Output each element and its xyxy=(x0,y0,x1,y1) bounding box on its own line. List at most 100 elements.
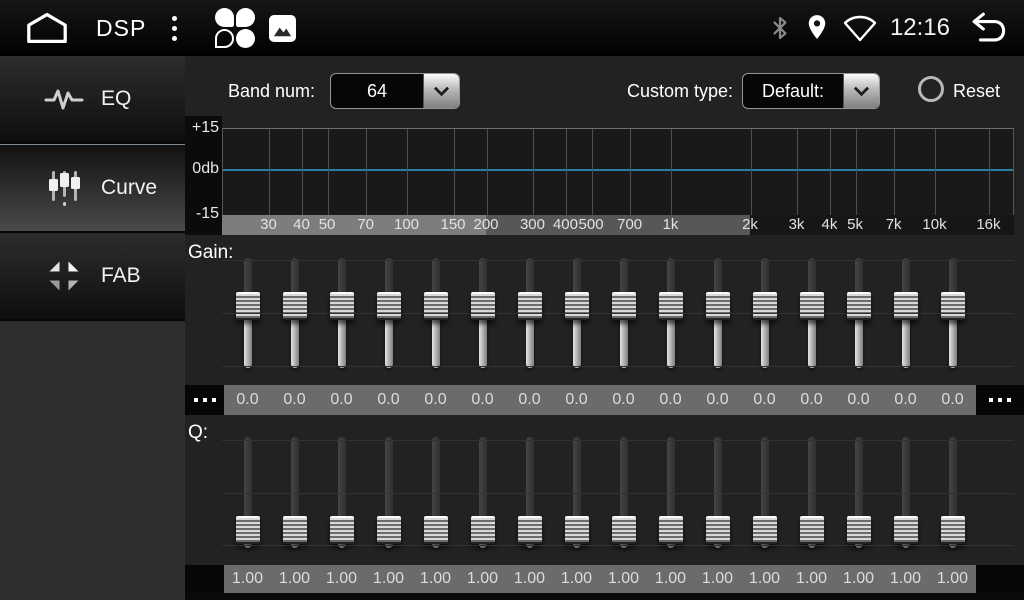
frequency-tick-label: 400 xyxy=(553,215,578,235)
slider-ref-line xyxy=(222,313,1014,314)
gridline xyxy=(797,129,798,215)
frequency-tick-label: 40 xyxy=(293,215,310,235)
reset-radio[interactable] xyxy=(918,76,944,102)
frequency-tick-label: 2k xyxy=(742,215,758,235)
gridline xyxy=(566,129,567,215)
slider-thumb[interactable] xyxy=(894,292,918,320)
slider-thumb[interactable] xyxy=(283,516,307,544)
gridline xyxy=(328,129,329,215)
slider-thumb[interactable] xyxy=(471,516,495,544)
slider-thumb[interactable] xyxy=(753,292,777,320)
gridline xyxy=(830,129,831,215)
sidebar-item-fab[interactable]: FAB xyxy=(0,233,185,321)
slider-thumb[interactable] xyxy=(565,516,589,544)
gain-value-15: 0.0 xyxy=(894,391,916,409)
gallery-photo-icon[interactable] xyxy=(269,15,296,42)
reset-label: Reset xyxy=(953,81,1000,102)
frequency-tick-label: 700 xyxy=(617,215,642,235)
slider-thumb[interactable] xyxy=(659,292,683,320)
slider-thumb[interactable] xyxy=(565,292,589,320)
frequency-tick-label: 50 xyxy=(319,215,336,235)
q-value-5: 1.00 xyxy=(420,570,451,588)
gain-page-right-button[interactable] xyxy=(976,385,1024,415)
fab-arrows-icon xyxy=(44,257,84,295)
q-value-14: 1.00 xyxy=(843,570,874,588)
chevron-down-icon[interactable] xyxy=(843,74,879,108)
clock: 12:16 xyxy=(890,14,950,42)
apps-clover-icon[interactable] xyxy=(215,8,255,48)
sidebar-item-label: FAB xyxy=(101,264,141,288)
band-num-dropdown[interactable]: 64 xyxy=(330,73,460,109)
location-pin-icon xyxy=(806,13,828,43)
band-num-label: Band num: xyxy=(228,81,315,102)
frequency-tick-label: 1k xyxy=(663,215,679,235)
q-value-7: 1.00 xyxy=(514,570,545,588)
gridline xyxy=(856,129,857,215)
band-num-value: 64 xyxy=(331,74,423,108)
q-value-row: 1.001.001.001.001.001.001.001.001.001.00… xyxy=(185,565,1024,593)
slider-thumb[interactable] xyxy=(330,292,354,320)
slider-thumb[interactable] xyxy=(800,292,824,320)
graph-y-label: 0db xyxy=(192,160,219,178)
slider-thumb[interactable] xyxy=(471,292,495,320)
slider-thumb[interactable] xyxy=(800,516,824,544)
slider-thumb[interactable] xyxy=(941,292,965,320)
sidebar-item-eq[interactable]: EQ xyxy=(0,56,185,144)
slider-thumb[interactable] xyxy=(236,292,260,320)
gridline xyxy=(935,129,936,215)
q-value-2: 1.00 xyxy=(279,570,310,588)
gain-value-2: 0.0 xyxy=(283,391,305,409)
slider-thumb[interactable] xyxy=(424,516,448,544)
gain-value-13: 0.0 xyxy=(800,391,822,409)
gain-value-6: 0.0 xyxy=(471,391,493,409)
menu-kebab-icon[interactable] xyxy=(168,12,181,45)
custom-type-value: Default: xyxy=(743,74,843,108)
slider-thumb[interactable] xyxy=(612,292,636,320)
gain-value-8: 0.0 xyxy=(565,391,587,409)
slider-thumb[interactable] xyxy=(706,292,730,320)
gain-value-row: 0.00.00.00.00.00.00.00.00.00.00.00.00.00… xyxy=(185,385,1024,415)
gain-value-4: 0.0 xyxy=(377,391,399,409)
gridline xyxy=(407,129,408,215)
frequency-tick-label: 300 xyxy=(520,215,545,235)
faders-icon xyxy=(44,169,84,207)
custom-type-label: Custom type: xyxy=(627,81,733,102)
wifi-icon xyxy=(842,13,878,43)
q-value-16: 1.00 xyxy=(937,570,968,588)
slider-thumb[interactable] xyxy=(518,516,542,544)
slider-thumb[interactable] xyxy=(706,516,730,544)
gridline xyxy=(751,129,752,215)
frequency-tick-label: 500 xyxy=(579,215,604,235)
slider-thumb[interactable] xyxy=(894,516,918,544)
slider-thumb[interactable] xyxy=(941,516,965,544)
gain-page-left-button[interactable] xyxy=(185,385,224,415)
slider-thumb[interactable] xyxy=(330,516,354,544)
frequency-tick-label: 5k xyxy=(847,215,863,235)
slider-thumb[interactable] xyxy=(518,292,542,320)
slider-thumb[interactable] xyxy=(753,516,777,544)
frequency-tick-label: 150 xyxy=(441,215,466,235)
slider-thumb[interactable] xyxy=(847,292,871,320)
slider-thumb[interactable] xyxy=(377,292,401,320)
gain-value-7: 0.0 xyxy=(518,391,540,409)
sidebar-item-curve[interactable]: Curve xyxy=(0,144,185,233)
home-icon[interactable] xyxy=(24,10,70,46)
slider-thumb[interactable] xyxy=(424,292,448,320)
gridline xyxy=(630,129,631,215)
chevron-down-icon[interactable] xyxy=(423,74,459,108)
page-title: DSP xyxy=(96,15,146,42)
gain-value-3: 0.0 xyxy=(330,391,352,409)
gain-value-16: 0.0 xyxy=(941,391,963,409)
frequency-axis: 304050701001502003004005007001k2k3k4k5k7… xyxy=(222,215,1014,235)
slider-thumb[interactable] xyxy=(236,516,260,544)
q-value-6: 1.00 xyxy=(467,570,498,588)
slider-thumb[interactable] xyxy=(283,292,307,320)
slider-thumb[interactable] xyxy=(612,516,636,544)
q-value-1: 1.00 xyxy=(232,570,263,588)
gridline xyxy=(366,129,367,215)
slider-thumb[interactable] xyxy=(847,516,871,544)
slider-thumb[interactable] xyxy=(659,516,683,544)
slider-thumb[interactable] xyxy=(377,516,401,544)
custom-type-dropdown[interactable]: Default: xyxy=(742,73,880,109)
back-return-icon[interactable] xyxy=(964,10,1010,46)
